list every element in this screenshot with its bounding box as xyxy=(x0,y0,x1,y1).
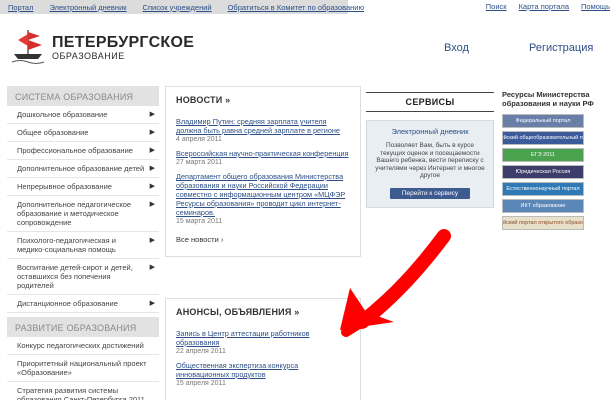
news-date: 27 марта 2011 xyxy=(176,159,223,166)
sidebar-item-orphans[interactable]: Воспитание детей-сирот и детей, оставших… xyxy=(7,259,159,295)
announcements-heading[interactable]: АНОНСЫ, ОБЪЯВЛЕНИЯ » xyxy=(166,299,360,325)
resources-title: Ресурсы Министерства образования и науки… xyxy=(502,90,594,108)
top-link-institutions[interactable]: Список учреждений xyxy=(143,3,212,12)
resource-banner[interactable]: ЕГЭ 2011 xyxy=(502,148,584,162)
arrow-right-icon: ▶ xyxy=(149,201,155,208)
site-logo[interactable]: ПЕТЕРБУРГСКОЕ ОБРАЗОВАНИЕ xyxy=(8,26,194,66)
sidebar-item-label: Стратегия развития системы образования С… xyxy=(17,386,150,400)
service-description: Позволяет Вам, быть в курсе текущих оцен… xyxy=(375,142,485,179)
sidebar-item-label: Воспитание детей-сирот и детей, оставших… xyxy=(17,263,133,290)
list-item: Департамент общего образования Министерс… xyxy=(166,168,360,227)
sitemap-link[interactable]: Карта портала xyxy=(519,2,569,11)
announcement-date: 22 апреля 2011 xyxy=(176,348,226,355)
resource-banner[interactable]: Юридическая Россия xyxy=(502,165,584,179)
services-panel: СЕРВИСЫ Электронный дневник Позволяет Ва… xyxy=(366,86,494,208)
sidebar-item-distance[interactable]: Дистанционное образование ▶ xyxy=(7,295,159,313)
announcement-link[interactable]: Общественная экспертиза конкурса инновац… xyxy=(176,361,350,379)
arrow-right-icon: ▶ xyxy=(149,165,155,172)
arrow-right-icon: ▶ xyxy=(149,237,155,244)
sidebar-item-label: Дошкольное образование xyxy=(17,110,108,119)
sidebar-item-national-project[interactable]: Приоритетный национальный проект «Образо… xyxy=(7,355,159,382)
news-title: НОВОСТИ xyxy=(176,95,223,105)
sidebar-item-label: Дополнительное образование детей xyxy=(17,164,145,173)
ship-logo-icon xyxy=(11,30,45,64)
news-date: 4 апреля 2011 xyxy=(176,136,222,143)
utility-links: Поиск Карта портала Помощь xyxy=(486,2,610,11)
announcement-date: 15 апреля 2011 xyxy=(176,380,226,387)
news-link[interactable]: Департамент общего образования Министерс… xyxy=(176,172,350,217)
all-news-link[interactable]: Все новости › xyxy=(166,227,360,256)
arrow-right-icon: ▶ xyxy=(149,111,155,118)
arrow-right-icon: ▶ xyxy=(149,183,155,190)
register-link[interactable]: Регистрация xyxy=(529,42,593,54)
news-date: 15 марта 2011 xyxy=(176,218,223,225)
sidebar-section-education-system: СИСТЕМА ОБРАЗОВАНИЯ xyxy=(7,86,159,106)
sidebar-item-additional-children[interactable]: Дополнительное образование детей ▶ xyxy=(7,160,159,178)
resource-banner[interactable]: Российский общеобразовательный портал xyxy=(502,131,584,145)
list-item: Общественная экспертиза конкурса инновац… xyxy=(166,357,360,389)
logo-title: ПЕТЕРБУРГСКОЕ xyxy=(52,34,195,51)
ministry-resources: Ресурсы Министерства образования и науки… xyxy=(502,90,612,230)
announcements-title: АНОНСЫ, ОБЪЯВЛЕНИЯ xyxy=(176,307,292,317)
resource-banner[interactable]: Естественнонаучный портал xyxy=(502,182,584,196)
top-link-contact-committee[interactable]: Обратиться в Комитет по образованию xyxy=(228,3,365,12)
news-link[interactable]: Всероссийская научно-практическая конфер… xyxy=(176,149,350,158)
sidebar-item-psychological[interactable]: Психолого-педагогическая и медико-социал… xyxy=(7,232,159,259)
sidebar-item-label: Конкурс педагогических достижений xyxy=(17,341,144,350)
sidebar-item-label: Профессиональное образование xyxy=(17,146,133,155)
announcements-box: АНОНСЫ, ОБЪЯВЛЕНИЯ » Запись в Центр атте… xyxy=(165,298,361,400)
double-chevron-icon: » xyxy=(225,95,231,105)
top-links: Портал Электронный дневник Список учрежд… xyxy=(0,0,364,14)
sidebar-item-label: Непрерывное образование xyxy=(17,182,112,191)
sidebar-item-label: Дополнительное педагогическое образовани… xyxy=(17,200,132,227)
sidebar-item-label: Психолого-педагогическая и медико-социал… xyxy=(17,236,116,254)
service-title[interactable]: Электронный дневник xyxy=(373,127,487,136)
arrow-right-icon: ▶ xyxy=(149,147,155,154)
sidebar-item-label: Приоритетный национальный проект «Образо… xyxy=(17,359,147,377)
arrow-right-icon: ▶ xyxy=(149,264,155,271)
list-item: Владимир Путин: средняя зарплата учителя… xyxy=(166,113,360,145)
left-sidebar: СИСТЕМА ОБРАЗОВАНИЯ Дошкольное образован… xyxy=(7,86,159,400)
search-link[interactable]: Поиск xyxy=(486,2,507,11)
arrow-right-icon: ▶ xyxy=(149,300,155,307)
sidebar-item-contest[interactable]: Конкурс педагогических достижений xyxy=(7,337,159,355)
arrow-right-icon: ▶ xyxy=(149,129,155,136)
announcement-link[interactable]: Запись в Центр аттестации работников обр… xyxy=(176,329,350,347)
double-chevron-icon: » xyxy=(294,307,300,317)
news-link[interactable]: Владимир Путин: средняя зарплата учителя… xyxy=(176,117,350,135)
sidebar-item-strategy[interactable]: Стратегия развития системы образования С… xyxy=(7,382,159,400)
sidebar-item-preschool[interactable]: Дошкольное образование ▶ xyxy=(7,106,159,124)
logo-subtitle: ОБРАЗОВАНИЕ xyxy=(52,51,125,61)
sidebar-item-continuous[interactable]: Непрерывное образование ▶ xyxy=(7,178,159,196)
sidebar-item-pedagogical[interactable]: Дополнительное педагогическое образовани… xyxy=(7,196,159,232)
all-news-label: Все новости xyxy=(176,235,219,244)
top-link-portal[interactable]: Портал xyxy=(8,3,33,12)
news-heading[interactable]: НОВОСТИ » xyxy=(166,86,360,113)
diary-service-card: Электронный дневник Позволяет Вам, быть … xyxy=(366,120,494,208)
sidebar-section-education-development: РАЗВИТИЕ ОБРАЗОВАНИЯ xyxy=(7,317,159,337)
resource-banner[interactable]: ИКТ образование xyxy=(502,199,584,213)
resource-banner[interactable]: Федеральный портал xyxy=(502,114,584,128)
news-box: НОВОСТИ » Владимир Путин: средняя зарпла… xyxy=(165,86,361,257)
help-link[interactable]: Помощь xyxy=(581,2,610,11)
sidebar-item-label: Дистанционное образование xyxy=(17,299,118,308)
sidebar-item-general[interactable]: Общее образование ▶ xyxy=(7,124,159,142)
go-to-service-button[interactable]: Перейти к сервису xyxy=(390,187,470,199)
chevron-right-icon: › xyxy=(220,235,224,244)
sidebar-item-professional[interactable]: Профессиональное образование ▶ xyxy=(7,142,159,160)
resource-banner-list: Федеральный портал Российский общеобразов… xyxy=(502,114,612,230)
services-title: СЕРВИСЫ xyxy=(366,92,494,112)
sidebar-item-label: Общее образование xyxy=(17,128,89,137)
list-item: Запись в Центр аттестации работников обр… xyxy=(166,325,360,357)
resource-banner[interactable]: Российский портал открытого образования xyxy=(502,216,584,230)
top-bar: Портал Электронный дневник Список учрежд… xyxy=(0,0,616,16)
top-link-diary[interactable]: Электронный дневник xyxy=(49,3,126,12)
login-link[interactable]: Вход xyxy=(444,42,469,54)
list-item: Всероссийская научно-практическая конфер… xyxy=(166,145,360,168)
